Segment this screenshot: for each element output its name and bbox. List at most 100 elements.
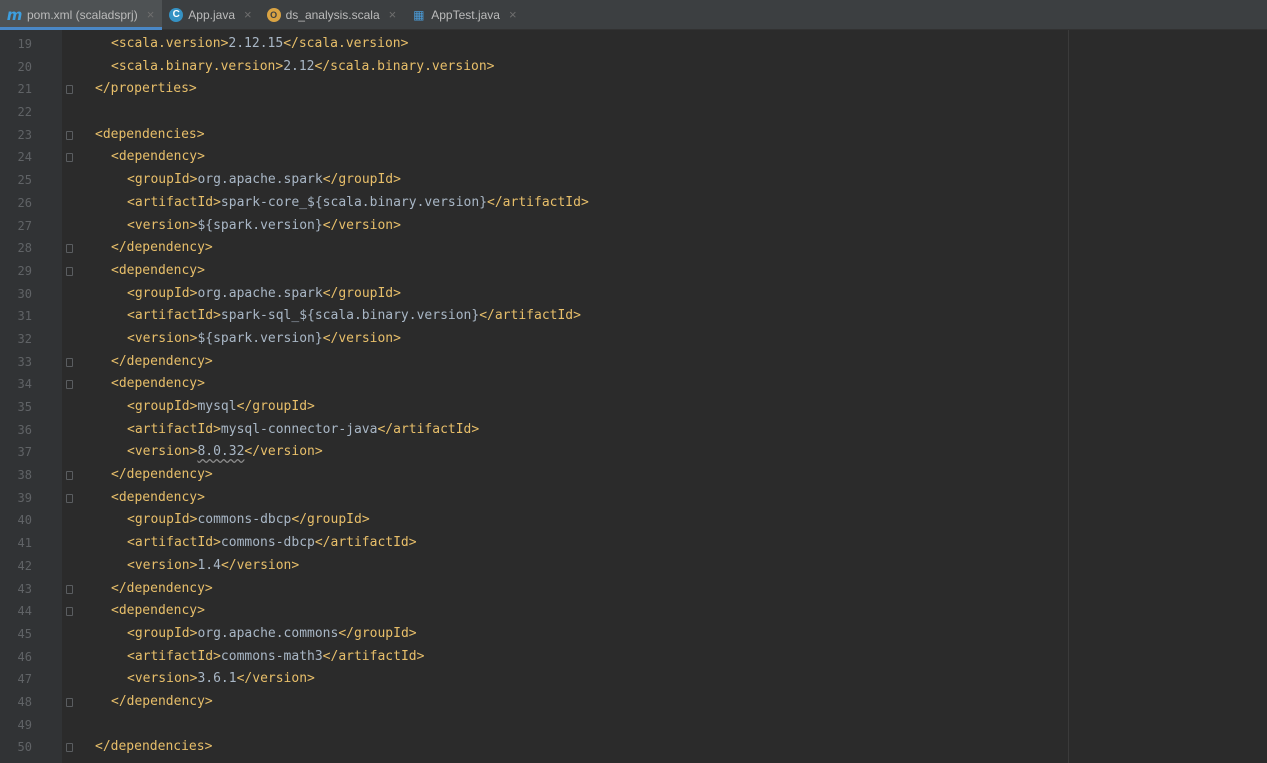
close-icon[interactable]: ×	[509, 7, 517, 22]
tab-label: App.java	[188, 7, 235, 22]
code-line[interactable]: 20 <scala.binary.version>2.12</scala.bina…	[0, 56, 1267, 79]
code-lines[interactable]: 19 <scala.version>2.12.15</scala.version>…	[0, 33, 1267, 759]
fold-marker-icon[interactable]	[66, 697, 73, 707]
code-text: <groupId>commons-dbcp</groupId>	[127, 509, 370, 532]
code-line[interactable]: 42 <version>1.4</version>	[0, 555, 1267, 578]
fold-marker-icon[interactable]	[66, 607, 73, 617]
xml-value: spark-core_${scala.binary.version}	[220, 194, 488, 210]
code-line[interactable]: 40 <groupId>commons-dbcp</groupId>	[0, 509, 1267, 532]
xml-tag: </artifactId>	[479, 308, 581, 324]
xml-value: org.apache.spark	[197, 285, 323, 301]
xml-tag: </dependencies>	[95, 739, 213, 755]
code-line[interactable]: 39 <dependency>	[0, 487, 1267, 510]
code-text: <dependency>	[111, 600, 205, 623]
line-number: 25	[17, 173, 32, 188]
line-number: 50	[17, 740, 32, 755]
code-line[interactable]: 25 <groupId>org.apache.spark</groupId>	[0, 169, 1267, 192]
code-line[interactable]: 36 <artifactId>mysql-connector-java</arti…	[0, 419, 1267, 442]
code-line[interactable]: 22	[0, 101, 1267, 124]
tab-2[interactable]: Ods_analysis.scala ×	[260, 0, 405, 29]
fold-marker-icon[interactable]	[66, 471, 73, 481]
code-text: <groupId>org.apache.commons</groupId>	[127, 623, 417, 646]
code-line[interactable]: 38 </dependency>	[0, 464, 1267, 487]
code-text: <groupId>mysql</groupId>	[127, 396, 315, 419]
code-line[interactable]: 21 </properties>	[0, 78, 1267, 101]
fold-marker-icon[interactable]	[66, 266, 73, 276]
line-number: 42	[17, 558, 32, 573]
xml-tag: </version>	[244, 444, 323, 460]
code-line[interactable]: 23 <dependencies>	[0, 124, 1267, 147]
code-line[interactable]: 26 <artifactId>spark-core_${scala.binary.…	[0, 192, 1267, 215]
fold-marker-icon[interactable]	[66, 357, 73, 367]
tab-1[interactable]: C App.java ×	[162, 0, 259, 29]
code-text: <dependency>	[111, 260, 205, 283]
fold-marker-icon[interactable]	[66, 584, 73, 594]
tab-3[interactable]: ▦ AppTest.java ×	[404, 0, 524, 29]
xml-tag: </version>	[322, 330, 401, 346]
tab-label: AppTest.java	[431, 7, 500, 22]
code-line[interactable]: 47 <version>3.6.1</version>	[0, 668, 1267, 691]
line-number: 28	[17, 241, 32, 256]
code-line[interactable]: 19 <scala.version>2.12.15</scala.version>	[0, 33, 1267, 56]
fold-marker-icon[interactable]	[66, 153, 73, 163]
close-icon[interactable]: ×	[147, 7, 155, 22]
close-icon[interactable]: ×	[389, 7, 397, 22]
fold-marker-icon[interactable]	[66, 130, 73, 140]
code-line[interactable]: 33 </dependency>	[0, 351, 1267, 374]
code-line[interactable]: 29 <dependency>	[0, 260, 1267, 283]
code-text: <artifactId>spark-sql_${scala.binary.ver…	[127, 305, 581, 328]
close-icon[interactable]: ×	[244, 7, 252, 22]
xml-tag: </scala.binary.version>	[314, 58, 495, 74]
code-line[interactable]: 35 <groupId>mysql</groupId>	[0, 396, 1267, 419]
code-text: <version>${spark.version}</version>	[127, 215, 401, 238]
code-line[interactable]: 34 <dependency>	[0, 373, 1267, 396]
fold-marker-icon[interactable]	[66, 85, 73, 95]
xml-value: commons-dbcp	[197, 512, 292, 528]
fold-marker-icon[interactable]	[66, 743, 73, 753]
xml-tag: </properties>	[95, 81, 197, 97]
code-line[interactable]: 37 <version>8.0.32</version>	[0, 441, 1267, 464]
xml-tag: </version>	[220, 557, 300, 573]
line-number: 40	[17, 513, 32, 528]
code-text: <version>8.0.32</version>	[127, 441, 323, 464]
xml-tag: </dependency>	[111, 353, 213, 369]
xml-value: spark-sql_${scala.binary.version}	[220, 308, 480, 324]
xml-value: 3.6.1	[197, 671, 237, 687]
line-number: 29	[17, 263, 32, 278]
tab-0[interactable]: m pom.xml (scaladsprj) ×	[0, 0, 163, 30]
code-line[interactable]: 46 <artifactId>commons-math3</artifactId>	[0, 646, 1267, 669]
code-line[interactable]: 44 <dependency>	[0, 600, 1267, 623]
xml-tag: <scala.binary.version>	[111, 58, 284, 74]
xml-tag: <version>	[127, 444, 198, 460]
code-line[interactable]: 41 <artifactId>commons-dbcp</artifactId>	[0, 532, 1267, 555]
fold-marker-icon[interactable]	[66, 493, 73, 503]
xml-value: org.apache.spark	[197, 172, 323, 188]
code-text: </dependencies>	[95, 736, 212, 759]
line-number: 38	[17, 468, 32, 483]
code-line[interactable]: 43 </dependency>	[0, 578, 1267, 601]
code-line[interactable]: 30 <groupId>org.apache.spark</groupId>	[0, 283, 1267, 306]
code-line[interactable]: 31 <artifactId>spark-sql_${scala.binary.v…	[0, 305, 1267, 328]
line-number: 41	[17, 536, 32, 551]
code-line[interactable]: 28 </dependency>	[0, 237, 1267, 260]
code-line[interactable]: 45 <groupId>org.apache.commons</groupId>	[0, 623, 1267, 646]
fold-marker-icon[interactable]	[66, 244, 73, 254]
code-line[interactable]: 50 </dependencies>	[0, 736, 1267, 759]
line-number: 34	[17, 377, 32, 392]
code-line[interactable]: 27 <version>${spark.version}</version>	[0, 215, 1267, 238]
xml-value: 2.12.15	[228, 36, 284, 51]
xml-tag: <scala.version>	[111, 36, 229, 51]
xml-tag: </dependency>	[111, 693, 213, 709]
xml-tag: </artifactId>	[377, 421, 480, 437]
xml-tag: <dependency>	[111, 603, 205, 619]
tab-label: pom.xml (scaladsprj)	[27, 7, 138, 22]
code-editor[interactable]: 19 <scala.version>2.12.15</scala.version>…	[0, 30, 1267, 763]
line-number: 24	[17, 150, 32, 165]
code-line[interactable]: 24 <dependency>	[0, 146, 1267, 169]
line-number: 23	[17, 127, 32, 142]
code-line[interactable]: 49	[0, 714, 1267, 737]
code-line[interactable]: 32 <version>${spark.version}</version>	[0, 328, 1267, 351]
fold-marker-icon[interactable]	[66, 380, 73, 390]
line-number: 37	[17, 445, 32, 460]
code-line[interactable]: 48 </dependency>	[0, 691, 1267, 714]
